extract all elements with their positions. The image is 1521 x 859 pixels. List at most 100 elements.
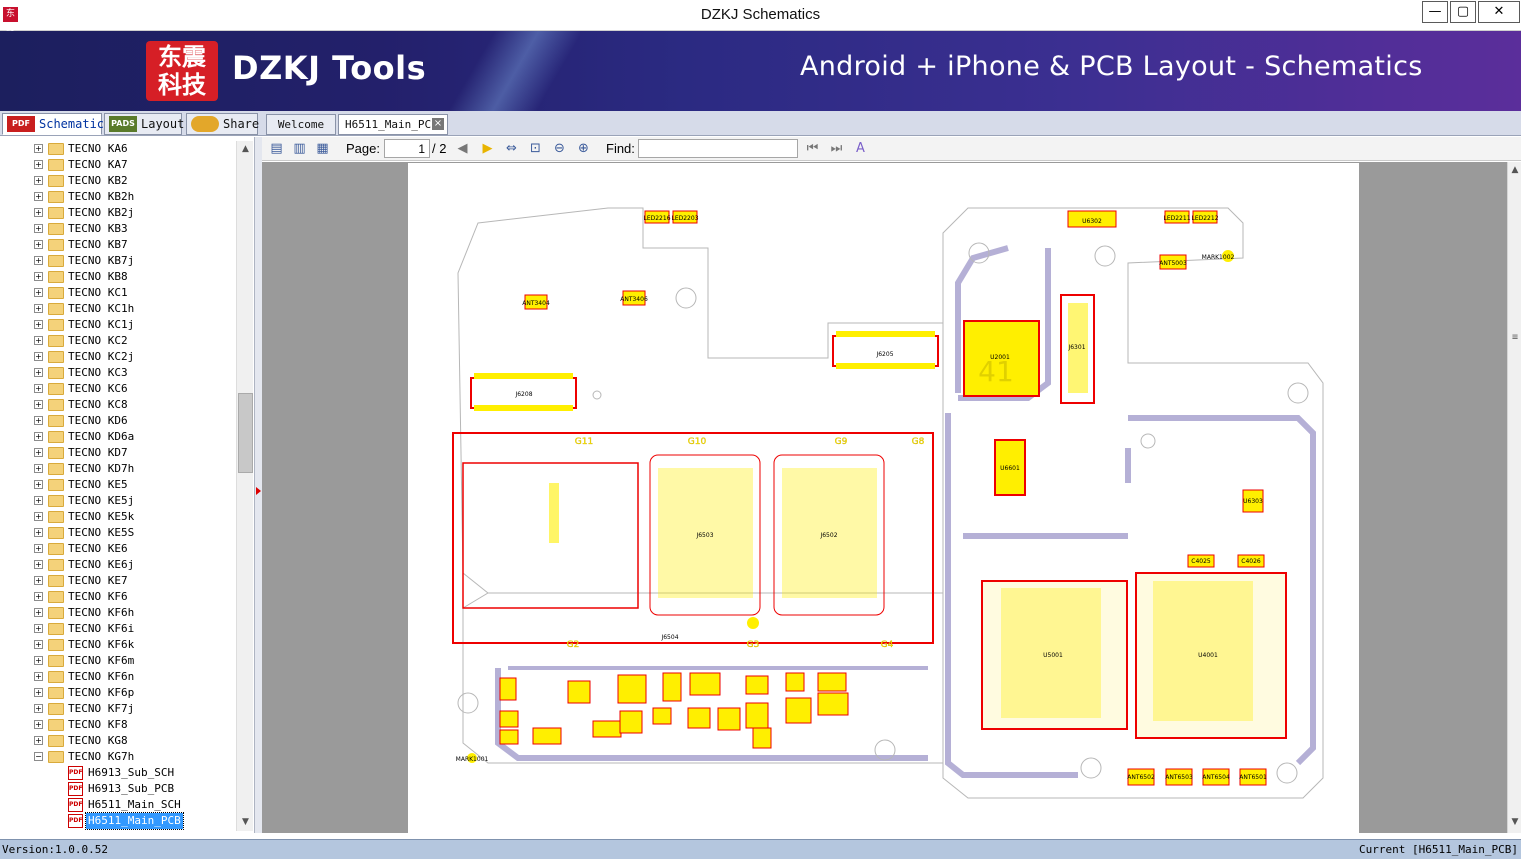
maximize-button[interactable]: ▢ xyxy=(1450,1,1476,23)
expand-toggle-icon[interactable]: + xyxy=(34,544,43,553)
expand-toggle-icon[interactable]: + xyxy=(34,416,43,425)
folder-icon xyxy=(48,303,64,315)
collapse-arrow-icon[interactable] xyxy=(256,487,261,495)
zoom-in-icon[interactable]: ⊕ xyxy=(575,140,592,157)
expand-toggle-icon[interactable]: + xyxy=(34,144,43,153)
panel-splitter[interactable] xyxy=(255,137,262,833)
expand-toggle-icon[interactable]: + xyxy=(34,176,43,185)
expand-toggle-icon[interactable]: + xyxy=(34,688,43,697)
minimize-button[interactable]: — xyxy=(1422,1,1448,23)
tree-folder-label: TECNO KF6m xyxy=(68,654,135,667)
tree-folder-label: TECNO KD7h xyxy=(68,462,135,475)
tree-file-label: H6511_Main_PCB xyxy=(85,812,184,830)
tree-scrollbar[interactable]: ▲ ▼ xyxy=(236,141,253,831)
expand-toggle-icon[interactable]: + xyxy=(34,560,43,569)
expand-toggle-icon[interactable]: + xyxy=(34,720,43,729)
folder-icon xyxy=(48,239,64,251)
expand-toggle-icon[interactable]: + xyxy=(34,352,43,361)
expand-toggle-icon[interactable]: + xyxy=(34,192,43,201)
label-led2212: LED2212 xyxy=(1191,215,1218,222)
page-number-input[interactable] xyxy=(384,139,430,158)
scroll-up-icon[interactable]: ▲ xyxy=(1508,162,1521,179)
brand-name: DZKJ Tools xyxy=(232,49,427,87)
expand-toggle-icon[interactable]: + xyxy=(34,672,43,681)
expand-toggle-icon[interactable]: + xyxy=(34,256,43,265)
folder-icon xyxy=(48,575,64,587)
document-viewer[interactable]: J6208 J6205 J6504 J6503 J6502 U4001 U500… xyxy=(262,162,1507,833)
open-file-icon[interactable]: ▤ xyxy=(268,140,285,157)
find-previous-icon[interactable]: ⏮ xyxy=(804,140,821,157)
tree-folder-label: TECNO KF6n xyxy=(68,670,135,683)
close-button[interactable]: ✕ xyxy=(1478,1,1520,23)
expand-toggle-icon[interactable]: + xyxy=(34,576,43,585)
tree-folder-label: TECNO KB7j xyxy=(68,254,135,267)
expand-toggle-icon[interactable]: + xyxy=(34,592,43,601)
tab-schematic[interactable]: PDF Schematic xyxy=(2,113,104,135)
tree-folder-label: TECNO KG7h xyxy=(68,750,135,763)
expand-toggle-icon[interactable]: + xyxy=(34,240,43,249)
expand-toggle-icon[interactable]: + xyxy=(34,224,43,233)
zoom-out-icon[interactable]: ⊖ xyxy=(551,140,568,157)
tree-folder-label: TECNO KE7 xyxy=(68,574,128,587)
expand-toggle-icon[interactable]: + xyxy=(34,480,43,489)
tree-folder-label: TECNO KF6p xyxy=(68,686,135,699)
expand-toggle-icon[interactable]: + xyxy=(34,432,43,441)
folder-icon xyxy=(48,751,64,763)
doc-tab-h6511-main-pcb[interactable]: H6511_Main_PCB × xyxy=(338,114,448,135)
tree-folder-label: TECNO KD7 xyxy=(68,446,128,459)
find-input[interactable] xyxy=(638,139,798,158)
expand-toggle-icon[interactable]: + xyxy=(34,384,43,393)
doc-tab-welcome[interactable]: Welcome xyxy=(266,114,336,135)
expand-toggle-icon[interactable]: + xyxy=(34,400,43,409)
expand-toggle-icon[interactable]: + xyxy=(34,208,43,217)
highlight-text-icon[interactable]: A xyxy=(852,140,869,157)
expand-toggle-icon[interactable]: + xyxy=(34,512,43,521)
next-page-icon[interactable]: ▶ xyxy=(479,140,496,157)
tab-layout[interactable]: PADS Layout xyxy=(104,113,184,135)
expand-toggle-icon[interactable]: + xyxy=(34,288,43,297)
folder-icon xyxy=(48,143,64,155)
pcb-page: J6208 J6205 J6504 J6503 J6502 U4001 U500… xyxy=(408,163,1359,833)
tree-file-label: H6511_Main_SCH xyxy=(88,798,181,811)
fit-page-icon[interactable]: ⊡ xyxy=(527,140,544,157)
expand-toggle-icon[interactable]: + xyxy=(34,528,43,537)
expand-toggle-icon[interactable]: + xyxy=(34,656,43,665)
scroll-grip-icon[interactable]: ≡ xyxy=(1510,332,1520,343)
expand-toggle-icon[interactable]: + xyxy=(34,448,43,457)
expand-toggle-icon[interactable]: + xyxy=(34,640,43,649)
expand-toggle-icon[interactable]: + xyxy=(34,304,43,313)
fit-width-icon[interactable]: ⇔ xyxy=(503,140,520,157)
expand-toggle-icon[interactable]: + xyxy=(34,736,43,745)
scroll-up-icon[interactable]: ▲ xyxy=(237,141,254,158)
folder-icon xyxy=(48,607,64,619)
cloud-icon xyxy=(191,116,219,132)
expand-toggle-icon[interactable]: + xyxy=(34,464,43,473)
close-tab-icon[interactable]: × xyxy=(432,118,444,130)
expand-toggle-icon[interactable]: + xyxy=(34,704,43,713)
tree-folder-label: TECNO KF6 xyxy=(68,590,128,603)
expand-toggle-icon[interactable]: + xyxy=(34,272,43,281)
label-u6303: U6303 xyxy=(1243,498,1263,505)
print-icon[interactable]: ▦ xyxy=(314,140,331,157)
scrollbar-thumb[interactable] xyxy=(238,393,253,473)
tab-share[interactable]: Share xyxy=(186,113,259,135)
copy-icon[interactable]: ▥ xyxy=(291,140,308,157)
company-logo: 东震 科技 xyxy=(146,41,218,101)
expand-toggle-icon[interactable]: + xyxy=(34,608,43,617)
find-next-icon[interactable]: ⏭ xyxy=(828,140,845,157)
scroll-down-icon[interactable]: ▼ xyxy=(237,814,254,831)
folder-icon xyxy=(48,159,64,171)
expand-toggle-icon[interactable]: + xyxy=(34,336,43,345)
viewer-scrollbar[interactable]: ▲ ≡ ▼ xyxy=(1507,162,1521,833)
prev-page-icon[interactable]: ◀ xyxy=(454,140,471,157)
tree-folder-label: TECNO KE5S xyxy=(68,526,135,539)
scroll-down-icon[interactable]: ▼ xyxy=(1508,814,1521,831)
expand-toggle-icon[interactable]: + xyxy=(34,624,43,633)
folder-icon xyxy=(48,191,64,203)
expand-toggle-icon[interactable]: + xyxy=(34,320,43,329)
expand-toggle-icon[interactable]: + xyxy=(34,496,43,505)
expand-toggle-icon[interactable]: − xyxy=(34,752,43,761)
expand-toggle-icon[interactable]: + xyxy=(34,368,43,377)
label-u5001: U5001 xyxy=(1043,652,1063,659)
expand-toggle-icon[interactable]: + xyxy=(34,160,43,169)
